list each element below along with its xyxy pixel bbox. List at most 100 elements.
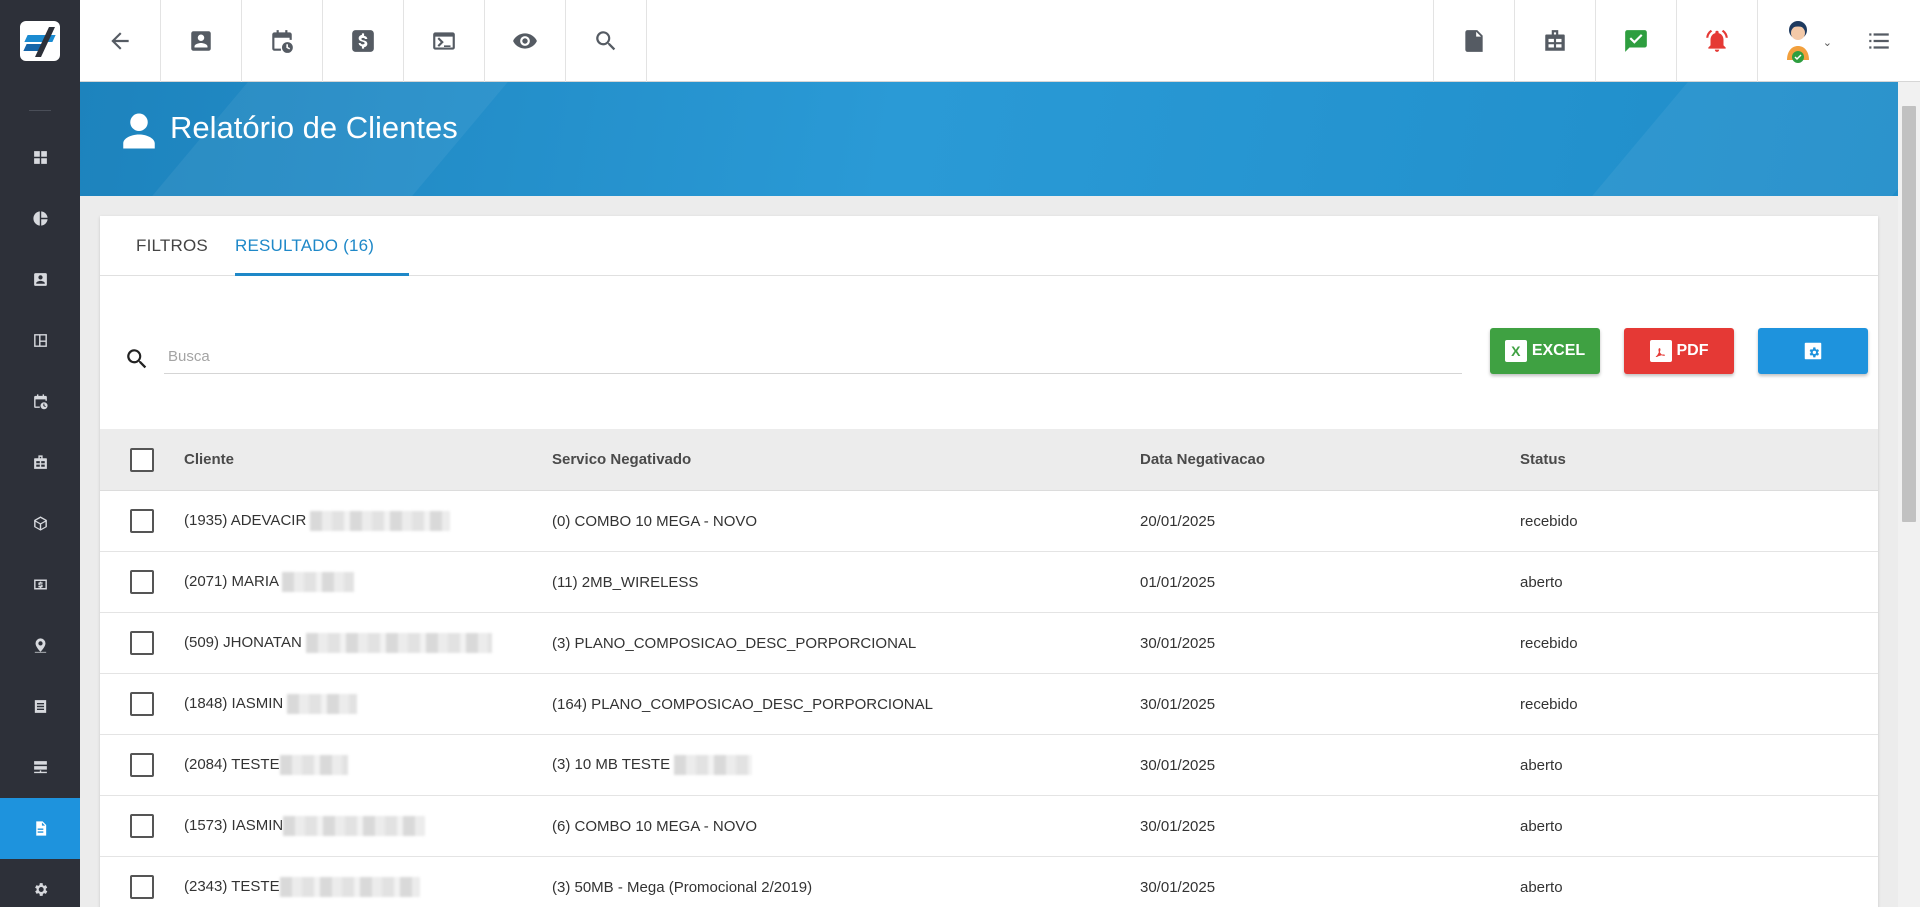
search-icon — [124, 346, 150, 372]
column-header-cliente[interactable]: Cliente — [184, 451, 552, 468]
status-cell: aberto — [1520, 817, 1563, 835]
schedule-button[interactable] — [242, 0, 323, 82]
redacted-text — [282, 572, 355, 592]
user-icon — [118, 110, 160, 152]
pie-chart-icon — [32, 211, 48, 226]
table-row[interactable]: (509) JHONATAN (3) PLANO_COMPOSICAO_DESC… — [100, 613, 1878, 674]
servico-cell: (3) 50MB - Mega (Promocional 2/2019) — [552, 878, 813, 896]
data-cell: 30/01/2025 — [1140, 695, 1216, 713]
tab-resultado[interactable]: RESULTADO (16) — [235, 216, 374, 276]
terminal-icon — [433, 32, 455, 50]
report-card: FILTROS RESULTADO (16) X EXCEL PDF Clien… — [100, 216, 1878, 907]
sidebar-item-contacts[interactable] — [0, 249, 80, 310]
cliente-cell: (1848) IASMIN — [184, 694, 284, 712]
company-button[interactable] — [1514, 0, 1595, 82]
active-tab-indicator — [235, 273, 409, 276]
data-cell: 20/01/2025 — [1140, 512, 1216, 530]
tasks-button[interactable] — [1595, 0, 1676, 82]
table-row[interactable]: (2343) TESTE (3) 50MB - Mega (Promociona… — [100, 857, 1878, 907]
sidebar-item-stock[interactable] — [0, 493, 80, 554]
back-button[interactable] — [80, 0, 161, 82]
cliente-cell: (2343) TESTE — [184, 877, 280, 895]
clients-button[interactable] — [161, 0, 242, 82]
column-header-servico[interactable]: Servico Negativado — [552, 451, 1140, 468]
search-icon — [596, 31, 616, 51]
menu-list-icon — [1868, 33, 1889, 49]
table-row[interactable]: (2071) MARIA (11) 2MB_WIRELESS 01/01/202… — [100, 552, 1878, 613]
column-header-status[interactable]: Status — [1520, 451, 1820, 468]
sidebar-item-list[interactable] — [0, 676, 80, 737]
cliente-cell: (2071) MARIA — [184, 572, 279, 590]
export-excel-button[interactable]: X EXCEL — [1490, 328, 1600, 374]
pdf-icon — [1649, 340, 1672, 362]
redacted-text — [305, 633, 492, 653]
table-row[interactable]: (1848) IASMIN (164) PLANO_COMPOSICAO_DES… — [100, 674, 1878, 735]
settings-icon — [1804, 342, 1822, 360]
sidebar-item-financial[interactable] — [0, 554, 80, 615]
alerts-button[interactable] — [1676, 0, 1757, 82]
menu-button[interactable] — [1838, 0, 1919, 82]
row-checkbox[interactable] — [130, 509, 154, 533]
search-input[interactable] — [164, 340, 1462, 374]
tab-filtros[interactable]: FILTROS — [136, 216, 208, 276]
sidebar-item-company[interactable] — [0, 432, 80, 493]
row-checkbox[interactable] — [130, 631, 154, 655]
user-menu[interactable]: ⌄ — [1757, 0, 1838, 82]
select-all-checkbox[interactable] — [130, 447, 154, 472]
financial-button[interactable] — [323, 0, 404, 82]
row-checkbox[interactable] — [130, 814, 154, 838]
sidebar-item-board[interactable] — [0, 310, 80, 371]
redacted-text — [287, 694, 358, 714]
page-title: Relatório de Clientes — [170, 110, 458, 145]
monitor-button[interactable] — [485, 0, 566, 82]
scrollbar-thumb[interactable] — [1902, 106, 1916, 522]
servico-cell: (3) 10 MB TESTE — [552, 755, 671, 773]
sidebar-item-network[interactable] — [0, 737, 80, 798]
row-checkbox[interactable] — [130, 753, 154, 777]
redacted-text — [310, 511, 451, 531]
app-logo[interactable] — [0, 0, 80, 82]
data-cell: 01/01/2025 — [1140, 573, 1216, 591]
search-row — [100, 328, 1878, 388]
servico-cell: (0) COMBO 10 MEGA - NOVO — [552, 512, 758, 530]
sidebar-item-reports-chart[interactable] — [0, 188, 80, 249]
terminal-button[interactable] — [404, 0, 485, 82]
contacts-icon — [33, 273, 47, 286]
row-checkbox[interactable] — [130, 692, 154, 716]
tab-bar: FILTROS RESULTADO (16) — [100, 216, 1878, 276]
column-header-data[interactable]: Data Negativacao — [1140, 451, 1520, 468]
sidebar-item-map[interactable] — [0, 615, 80, 676]
export-pdf-button[interactable]: PDF — [1624, 328, 1734, 374]
back-arrow-icon — [111, 32, 129, 50]
eye-icon — [513, 33, 537, 49]
table-row[interactable]: (1935) ADEVACIR (0) COMBO 10 MEGA - NOVO… — [100, 491, 1878, 552]
column-settings-button[interactable] — [1758, 328, 1868, 374]
table-row[interactable]: (1573) IASMIN (6) COMBO 10 MEGA - NOVO 3… — [100, 796, 1878, 857]
board-icon — [33, 334, 47, 347]
row-checkbox[interactable] — [130, 875, 154, 899]
status-cell: aberto — [1520, 878, 1563, 896]
redacted-text — [279, 877, 420, 897]
row-checkbox[interactable] — [130, 570, 154, 594]
list-icon — [34, 700, 46, 713]
sidebar-item-dashboard[interactable] — [0, 127, 80, 188]
sidebar-item-reports[interactable] — [0, 798, 80, 859]
cliente-cell: (1573) IASMIN — [184, 816, 284, 834]
sidebar-divider — [29, 110, 51, 111]
servico-cell: (164) PLANO_COMPOSICAO_DESC_PORPORCIONAL — [552, 695, 933, 713]
chevron-down-icon: ⌄ — [1822, 37, 1832, 49]
status-cell: aberto — [1520, 573, 1563, 591]
contact-card-icon — [191, 31, 211, 51]
user-avatar — [1783, 16, 1813, 66]
status-cell: recebido — [1520, 695, 1578, 713]
sidebar-item-schedule[interactable] — [0, 371, 80, 432]
export-pdf-label: PDF — [1676, 342, 1709, 359]
pdf-button[interactable] — [1433, 0, 1514, 82]
cliente-cell: (1935) ADEVACIR — [184, 511, 307, 529]
building-icon — [33, 455, 47, 469]
calendar-clock-icon — [33, 394, 48, 410]
table-row[interactable]: (2084) TESTE (3) 10 MB TESTE 30/01/2025 … — [100, 735, 1878, 796]
cliente-cell: (509) JHONATAN — [184, 633, 302, 651]
sidebar-item-settings[interactable] — [0, 859, 80, 907]
global-search-button[interactable] — [566, 0, 647, 82]
